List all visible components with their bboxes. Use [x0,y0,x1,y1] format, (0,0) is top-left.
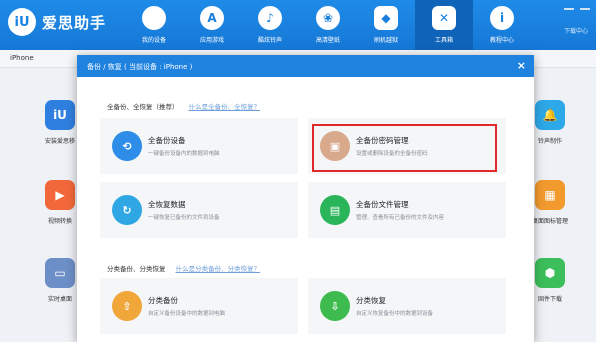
app-title: 爱思助手 [42,13,107,32]
card-desc: 一键恢复已备份的文件到设备 [148,215,220,221]
card-title: 分类备份 [148,296,178,305]
video-convert-icon: ▶ [45,180,75,210]
category-backup-icon: ⇧ [112,291,142,321]
app-logo: iU 爱思助手 [8,8,106,36]
backup-clock-icon: ⟲ [112,131,142,161]
bg-app-label: 安装爱思移 [44,138,75,145]
section-category-backup-heading: 分类备份、分类恢复 什么是分类备份、分类恢复？ [107,263,260,273]
card-desc: 自定义恢复备份中的数据到设备 [356,311,434,317]
card-desc: 设置或删除设备的全备份密码 [356,151,428,157]
card-title: 全备份设备 [148,136,186,145]
nav-flash-jailbreak[interactable]: ◆ 刷机越狱 [357,0,415,50]
nav-label: 工具箱 [434,37,453,44]
section-full-backup-heading: 全备份、全恢复（推荐） 什么是全备份、全恢复？ [107,101,260,111]
appstore-icon: A [200,6,224,30]
top-bar: iU 爱思助手 我的设备 A 应用游戏 ♪ 酷炫铃声 ❀ 高清壁纸 ◆ 刷机越狱… [0,0,596,50]
nav-label: 应用游戏 [199,37,224,44]
minimize-icon[interactable] [564,2,574,10]
dropbox-icon: ◆ [374,6,398,30]
desktop-icon: ▭ [45,258,75,288]
card-full-restore-data[interactable]: ↻ 全恢复数据 一键恢复已备份的文件到设备 [100,182,298,238]
nav-label: 教程中心 [489,37,514,44]
dialog-title: 备份 / 恢复 ( 当前设备 : iPhone ) [87,63,193,71]
bell-icon: ♪ [258,6,282,30]
card-title: 全恢复数据 [148,200,186,209]
card-title: 全备份密码管理 [356,136,409,145]
card-desc: 自定义备份设备中的数据到电脑 [148,311,226,317]
section-label: 分类备份、分类恢复 [107,265,166,273]
main-nav: 我的设备 A 应用游戏 ♪ 酷炫铃声 ❀ 高清壁纸 ◆ 刷机越狱 ✕ 工具箱 i… [125,0,531,50]
section-label: 全备份、全恢复（推荐） [107,103,179,111]
restore-icon: ↻ [112,195,142,225]
close-icon[interactable]: × [517,59,526,72]
nav-apps-games[interactable]: A 应用游戏 [183,0,241,50]
card-category-backup[interactable]: ⇧ 分类备份 自定义备份设备中的数据到电脑 [100,278,298,334]
nav-label: 刷机越狱 [373,37,398,44]
folder-icon: ▤ [320,195,350,225]
bg-app-label: 铃声制作 [537,138,562,145]
toolbox-icon: ✕ [432,6,456,30]
download-center-button[interactable]: 下载中心 [564,26,588,35]
logo-icon: iU [8,8,36,36]
dialog-header: 备份 / 恢复 ( 当前设备 : iPhone ) × [77,55,534,77]
nav-ringtones[interactable]: ♪ 酷炫铃声 [241,0,299,50]
nav-wallpapers[interactable]: ❀ 高清壁纸 [299,0,357,50]
bg-app-label: 实时桌面 [47,296,72,303]
card-desc: 管理、查看所有已备份的文件及内容 [356,215,445,221]
nav-toolbox[interactable]: ✕ 工具箱 [415,0,473,50]
card-backup-file-manage[interactable]: ▤ 全备份文件管理 管理、查看所有已备份的文件及内容 [308,182,506,238]
bell-make-icon: 🔔 [535,100,565,130]
aisi-app-icon: iU [45,100,75,130]
info-icon: i [490,6,514,30]
card-title: 全备份文件管理 [356,200,409,209]
nav-tutorials[interactable]: i 教程中心 [473,0,531,50]
window-controls [564,2,590,10]
card-full-backup-device[interactable]: ⟲ 全备份设备 一键备份设备内的数据到电脑 [100,118,298,174]
card-backup-password-manage[interactable]: ▣ 全备份密码管理 设置或删除设备的全备份密码 [308,118,506,174]
firmware-icon: ⬢ [535,258,565,288]
nav-label: 我的设备 [141,37,166,44]
maximize-icon[interactable] [580,2,590,10]
lock-icon: ▣ [320,131,350,161]
device-tab-iphone[interactable]: iPhone [10,54,34,62]
bg-app-label: 桌面图标管理 [531,218,568,225]
category-restore-icon: ⇩ [320,291,350,321]
card-title: 分类恢复 [356,296,386,305]
section-help-link[interactable]: 什么是全备份、全恢复？ [189,103,261,111]
bg-app-label: 视频转换 [47,218,72,225]
card-category-restore[interactable]: ⇩ 分类恢复 自定义恢复备份中的数据到设备 [308,278,506,334]
apple-icon [142,6,166,30]
nav-label: 高清壁纸 [315,37,340,44]
wallpaper-icon: ❀ [316,6,340,30]
nav-my-device[interactable]: 我的设备 [125,0,183,50]
nav-label: 酷炫铃声 [257,37,282,44]
card-desc: 一键备份设备内的数据到电脑 [148,151,220,157]
section-help-link[interactable]: 什么是分类备份、分类恢复？ [176,265,261,273]
bg-app-label: 固件下载 [537,296,562,303]
icon-manage-icon: ▦ [535,180,565,210]
